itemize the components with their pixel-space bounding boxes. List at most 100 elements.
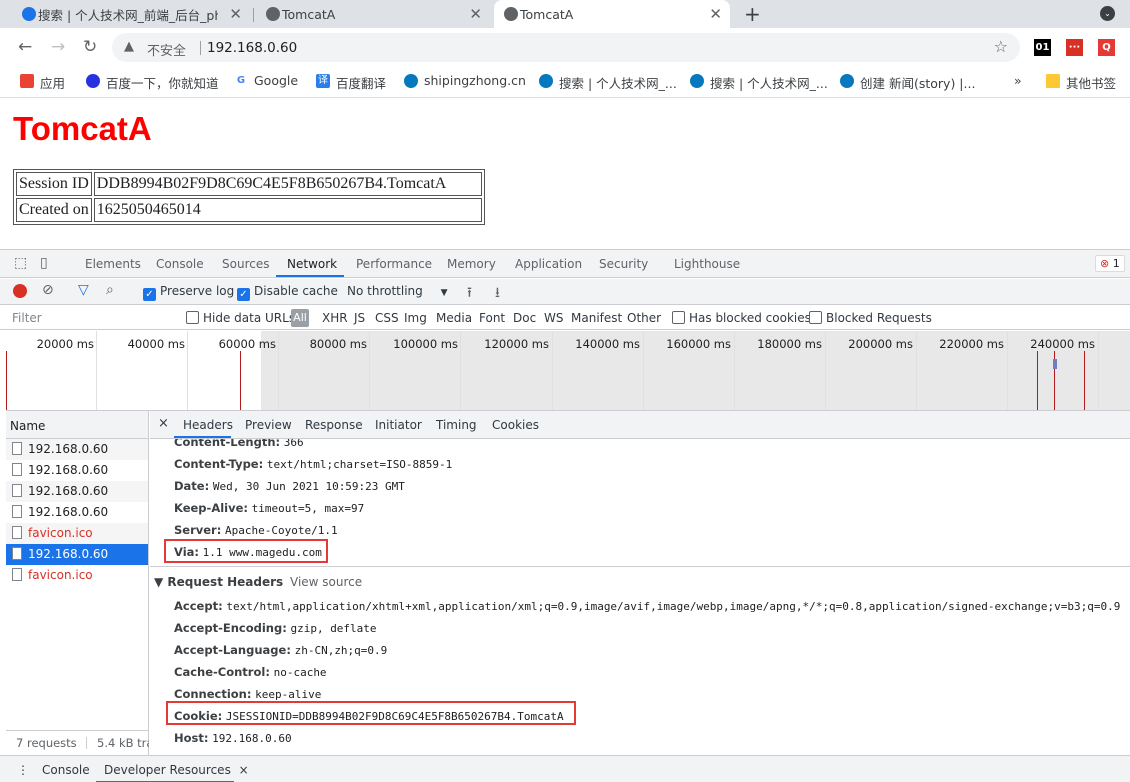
bookmark-baidu[interactable]: 百度一下，你就知道 [86, 73, 219, 92]
extension-q-icon[interactable]: Q [1098, 39, 1115, 56]
timeline-request-marker [1084, 351, 1085, 410]
document-icon [12, 484, 22, 497]
filter-funnel-icon[interactable]: ▽ [78, 282, 89, 298]
tab-application[interactable]: Application [515, 257, 582, 271]
not-secure-label[interactable]: 不安全 [147, 40, 186, 59]
export-har-icon[interactable]: ⭳ [495, 282, 500, 306]
network-overview-timeline[interactable]: 20000 ms 40000 ms 60000 ms 80000 ms 1000… [6, 331, 1130, 411]
blocked-requests-checkbox[interactable]: Blocked Requests [809, 311, 932, 325]
bookmark-search-2[interactable]: 搜索 | 个人技术网_... [690, 73, 828, 92]
request-row[interactable]: 192.168.0.60 [6, 481, 148, 502]
drawer-tab-console[interactable]: Console [42, 763, 90, 777]
tab-security[interactable]: Security [599, 257, 648, 271]
tab-performance[interactable]: Performance [356, 257, 432, 271]
import-har-icon[interactable]: ⭱ [467, 282, 472, 306]
request-row[interactable]: 192.168.0.60 [6, 439, 148, 460]
request-row[interactable]: favicon.ico [6, 523, 148, 544]
filter-manifest[interactable]: Manifest [571, 311, 622, 325]
view-source-link[interactable]: View source [290, 575, 362, 589]
close-detail-icon[interactable]: × [158, 416, 169, 431]
filter-input[interactable]: Filter [6, 307, 174, 328]
filter-media[interactable]: Media [436, 311, 472, 325]
filter-other[interactable]: Other [627, 311, 661, 325]
folder-icon [1046, 74, 1060, 88]
tab-initiator[interactable]: Initiator [375, 418, 422, 432]
error-count-badge[interactable]: ⊗ 1 [1095, 255, 1125, 272]
filter-css[interactable]: CSS [375, 311, 399, 325]
throttling-select[interactable]: No throttling ▼ [347, 284, 448, 298]
url-text[interactable]: 192.168.0.60 [207, 40, 297, 56]
header-value: Wed, 30 Jun 2021 10:59:23 GMT [212, 480, 405, 493]
device-toolbar-icon[interactable]: ▯ [40, 255, 48, 271]
request-name: 192.168.0.60 [28, 442, 109, 456]
clear-icon[interactable]: ⊘ [42, 282, 54, 298]
record-button[interactable] [13, 284, 27, 298]
disable-cache-checkbox[interactable]: ✓ Disable cache [237, 284, 338, 301]
back-button[interactable]: ← [18, 37, 32, 57]
tab-memory[interactable]: Memory [447, 257, 496, 271]
timeline-label: 140000 ms [575, 337, 640, 351]
filter-all-button[interactable]: All [291, 309, 309, 327]
browser-tab-2[interactable]: TomcatA ✕ [256, 0, 490, 28]
filter-js[interactable]: JS [354, 311, 365, 325]
warning-icon[interactable]: ▲ [124, 39, 134, 54]
other-bookmarks-folder[interactable]: 其他书签 [1046, 73, 1116, 92]
request-row[interactable]: 192.168.0.60 [6, 502, 148, 523]
tab-response[interactable]: Response [305, 418, 363, 432]
address-bar[interactable]: ▲ 不安全 192.168.0.60 ☆ [112, 33, 1020, 62]
browser-tab-1[interactable]: 搜索 | 个人技术网_前端_后台_php ✕ [12, 0, 250, 28]
tab-cookies[interactable]: Cookies [492, 418, 539, 432]
filter-ws[interactable]: WS [544, 311, 563, 325]
inspect-element-icon[interactable]: ⬚ [14, 255, 27, 271]
bookmark-baidu-translate[interactable]: 译 百度翻译 [316, 73, 386, 92]
new-tab-button[interactable]: + [744, 2, 761, 26]
bookmarks-overflow-button[interactable]: » [1014, 73, 1022, 88]
header-name: Cache-Control: [174, 665, 270, 679]
tab-elements[interactable]: Elements [85, 257, 141, 271]
filter-doc[interactable]: Doc [513, 311, 536, 325]
close-drawer-tab-icon[interactable]: × [239, 763, 249, 777]
request-headers-section-title[interactable]: ▼ Request Headers [154, 575, 283, 589]
filter-xhr[interactable]: XHR [322, 311, 348, 325]
search-icon[interactable]: ⌕ [106, 282, 114, 298]
request-row[interactable]: 192.168.0.60 [6, 460, 148, 481]
tab-console[interactable]: Console [156, 257, 204, 271]
bookmark-star-icon[interactable]: ☆ [994, 37, 1008, 56]
checkbox-label: Blocked Requests [826, 311, 932, 325]
tab-preview[interactable]: Preview [245, 418, 292, 432]
drawer-menu-icon[interactable]: ⋮ [17, 763, 29, 777]
request-header-row: Cache-Control: no-cache [174, 665, 327, 679]
tab-timing[interactable]: Timing [436, 418, 477, 432]
forward-button[interactable]: → [51, 37, 65, 57]
reload-button[interactable]: ↻ [83, 37, 97, 57]
header-value: text/html,application/xhtml+xml,applicat… [226, 600, 1121, 613]
tab-search-button[interactable]: ⌄ [1100, 6, 1115, 21]
checkbox-unchecked-icon [186, 311, 199, 324]
extension-01-icon[interactable]: 01 [1034, 39, 1051, 56]
close-tab-icon[interactable]: ✕ [469, 5, 482, 23]
error-count: 1 [1112, 257, 1120, 270]
browser-tab-3-active[interactable]: TomcatA ✕ [494, 0, 730, 28]
has-blocked-cookies-checkbox[interactable]: Has blocked cookies [672, 311, 811, 325]
bookmark-search-1[interactable]: 搜索 | 个人技术网_... [539, 73, 677, 92]
tab-network[interactable]: Network [287, 257, 337, 271]
drawer-tab-developer-resources[interactable]: Developer Resources × [104, 763, 249, 777]
name-column-header[interactable]: Name [6, 411, 148, 439]
filter-img[interactable]: Img [404, 311, 427, 325]
tab-lighthouse[interactable]: Lighthouse [674, 257, 740, 271]
preserve-log-checkbox[interactable]: ✓ Preserve log [143, 284, 234, 301]
bookmark-apps[interactable]: 应用 [20, 73, 65, 92]
tab-sources[interactable]: Sources [222, 257, 269, 271]
close-tab-icon[interactable]: ✕ [709, 5, 722, 23]
bookmark-create-story[interactable]: 创建 新闻(story) |... [840, 73, 975, 92]
request-row-selected[interactable]: 192.168.0.60 [6, 544, 148, 565]
filter-font[interactable]: Font [479, 311, 505, 325]
request-row[interactable]: favicon.ico [6, 565, 148, 586]
hide-data-urls-checkbox[interactable]: Hide data URLs [186, 311, 295, 325]
bookmark-google[interactable]: G Google [234, 73, 298, 88]
extension-dots-icon[interactable]: ··· [1066, 39, 1083, 56]
header-name: Content-Type: [174, 457, 264, 471]
close-tab-icon[interactable]: ✕ [229, 5, 242, 23]
bookmark-shipingzhong[interactable]: shipingzhong.cn [404, 73, 526, 88]
tab-headers[interactable]: Headers [183, 418, 233, 432]
